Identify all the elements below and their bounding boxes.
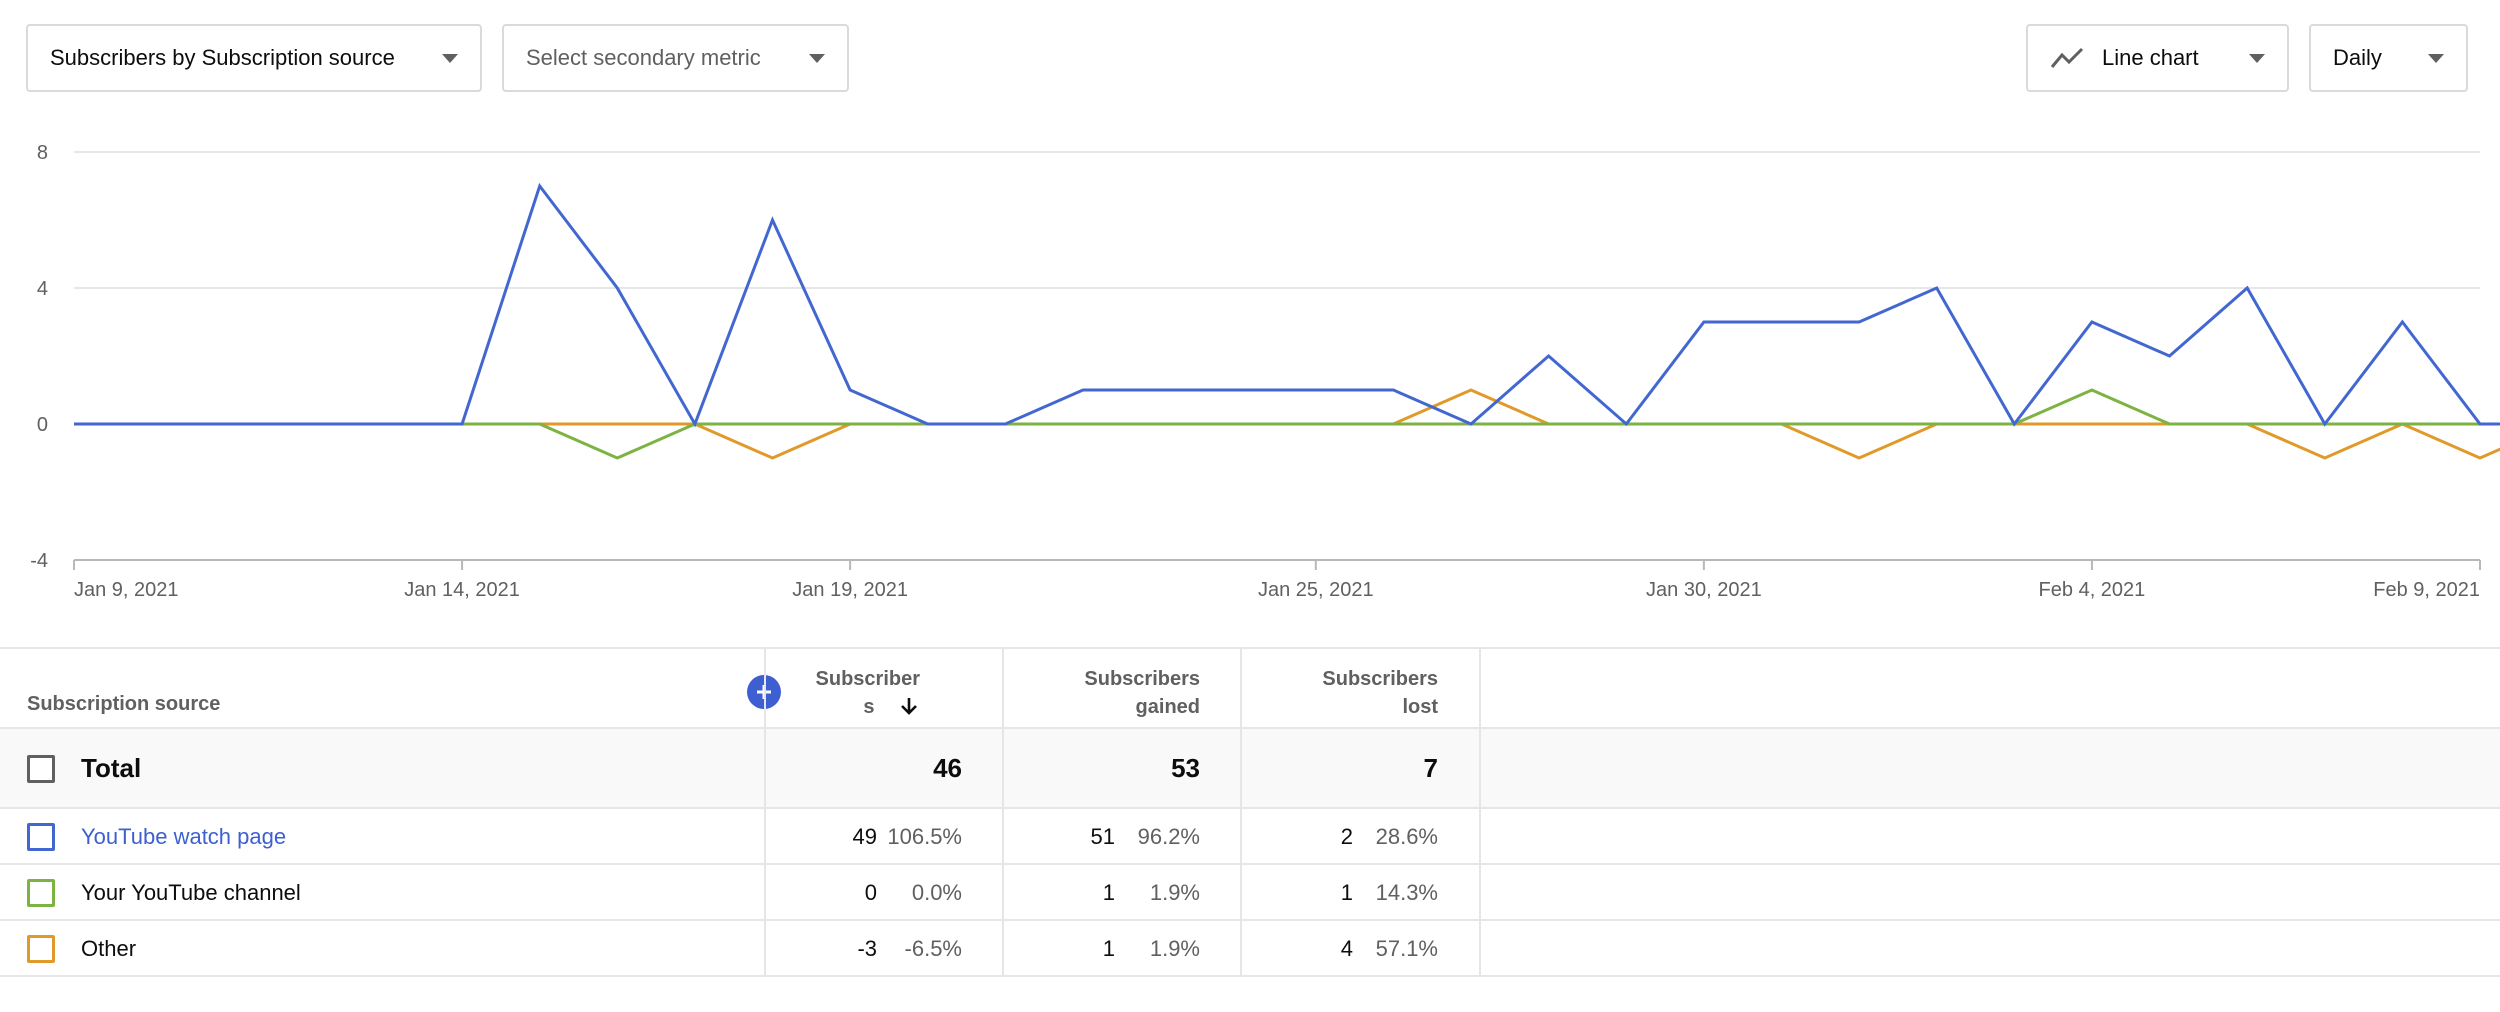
row-subscribers-pct: 106.5% [887,824,962,849]
row-label: Your YouTube channel [81,880,301,905]
secondary-metric-dropdown[interactable]: Select secondary metric [502,24,849,92]
total-gained: 53 [1171,753,1200,783]
column-header-subscribers-line2: s [863,696,875,718]
column-header-source[interactable]: Subscription source [27,693,220,716]
x-tick-label: Jan 9, 2021 [74,579,179,601]
line-chart-icon [2050,41,2084,75]
arrow-down-icon [901,698,917,715]
column-header-subscribers-lost[interactable]: Subscribers lost [1278,665,1438,721]
column-header-subscribers[interactable]: Subscriber s [770,665,920,721]
metric-dropdown[interactable]: Subscribers by Subscription source [26,24,482,92]
total-lost: 7 [1423,753,1438,783]
row-checkbox[interactable] [27,935,55,963]
row-gained-pct: 96.2% [1137,824,1200,849]
row-gained: 1 [1102,936,1115,961]
row-label-link[interactable]: YouTube watch page [81,824,286,850]
y-tick-label: 4 [37,278,48,300]
row-gained: 1 [1102,880,1115,905]
table-row-total: Total 46 53 7 [0,729,2500,809]
column-header-gained-line1: Subscribers [1084,668,1200,690]
secondary-metric-placeholder: Select secondary metric [526,45,761,70]
row-lost-pct: 14.3% [1375,880,1438,905]
x-tick-label: Jan 25, 2021 [1258,579,1374,601]
row-lost-pct: 57.1% [1375,936,1438,961]
chevron-down-icon [2249,54,2265,63]
y-tick-label: -4 [30,550,48,572]
row-label: Other [81,936,137,961]
row-gained: 51 [1090,824,1115,849]
row-subscribers-pct: 0.0% [911,880,962,905]
subscription-source-table: Subscription source Subscriber s Subscri… [0,647,2500,977]
total-label: Total [81,753,142,783]
row-lost-pct: 28.6% [1375,824,1438,849]
row-checkbox[interactable] [27,879,55,907]
column-header-subscribers-gained[interactable]: Subscribers gained [1040,665,1200,721]
table-header-row: Subscription source Subscriber s Subscri… [0,647,2500,729]
chart-type-label: Line chart [2102,45,2199,70]
column-header-lost-line2: lost [1402,696,1438,718]
row-subscribers: 49 [852,824,877,849]
row-lost: 1 [1340,880,1353,905]
chevron-down-icon [809,54,825,63]
metric-dropdown-label: Subscribers by Subscription source [50,45,395,70]
interval-label: Daily [2333,45,2382,70]
column-header-lost-line1: Subscribers [1322,668,1438,690]
table-row: Other -3 -6.5% 1 1.9% 4 57.1% [0,921,2500,977]
chevron-down-icon [442,54,458,63]
subscribers-line-chart: 8 4 0 -4 Jan 9, 2021 Jan 14, 2021 Jan 19, 202… [30,142,2500,601]
x-tick-label: Feb 9, 2021 [2373,579,2480,601]
row-lost: 2 [1340,824,1353,849]
column-header-subscribers-line2-wrap: s [770,693,920,721]
column-header-subscribers-line1: Subscriber [815,668,920,690]
row-gained-pct: 1.9% [1149,880,1200,905]
row-subscribers: -3 [857,936,877,961]
table-row: Your YouTube channel 0 0.0% 1 1.9% 1 14.… [0,865,2500,921]
row-gained-pct: 1.9% [1149,936,1200,961]
row-subscribers: 0 [864,880,877,905]
column-header-source-label: Subscription source [27,693,221,715]
x-tick-label: Jan 30, 2021 [1646,579,1762,601]
column-header-gained-line2: gained [1135,696,1200,718]
x-tick-label: Feb 4, 2021 [2039,579,2146,601]
total-subscribers: 46 [933,753,962,783]
y-tick-label: 0 [37,414,48,436]
chevron-down-icon [2428,54,2444,63]
x-tick-label: Jan 14, 2021 [404,579,520,601]
series-line [74,182,2500,428]
row-subscribers-pct: -6.5% [904,936,962,961]
row-checkbox[interactable] [27,823,55,851]
row-lost: 4 [1340,936,1353,961]
chart-type-dropdown[interactable]: Line chart [2026,24,2289,92]
x-tick-label: Jan 19, 2021 [792,579,908,601]
y-tick-label: 8 [37,142,48,164]
total-checkbox[interactable] [27,755,55,783]
interval-dropdown[interactable]: Daily [2309,24,2468,92]
table-row: YouTube watch page 49 106.5% 51 96.2% 2 … [0,809,2500,865]
